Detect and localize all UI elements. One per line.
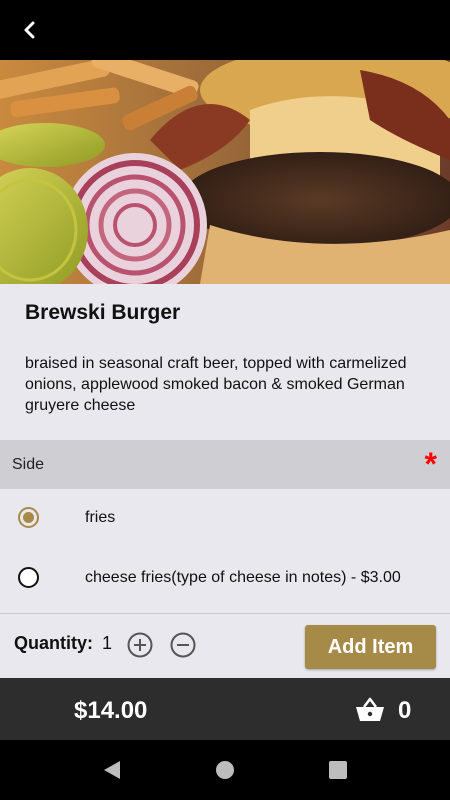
- side-option-fries[interactable]: fries: [0, 489, 450, 549]
- quantity-bar: Quantity: 1 Add Item: [0, 613, 450, 678]
- option-label: cheese fries(type of cheese in notes) - …: [85, 569, 401, 586]
- decrease-quantity-button[interactable]: [170, 632, 196, 658]
- side-section-header: Side *: [0, 440, 450, 489]
- cart-total: $14.00: [74, 697, 148, 724]
- nav-back-button[interactable]: [100, 758, 124, 782]
- add-item-button[interactable]: Add Item: [305, 625, 436, 669]
- item-description: braised in seasonal craft beer, topped w…: [25, 355, 407, 414]
- quantity-label: Quantity:: [14, 633, 93, 653]
- nav-back-icon: [104, 761, 120, 779]
- nav-home-icon: [216, 761, 234, 779]
- item-details: Brewski Burger braised in seasonal craft…: [0, 284, 450, 440]
- option-label: fries: [85, 509, 116, 526]
- side-section-label: Side: [12, 456, 45, 473]
- side-option-cheese-fries[interactable]: cheese fries(type of cheese in notes) - …: [0, 549, 450, 609]
- radio-selected[interactable]: [18, 507, 39, 528]
- nav-recents-icon: [329, 761, 347, 779]
- item-title: Brewski Burger: [25, 301, 181, 324]
- minus-circle-icon: [170, 632, 196, 658]
- system-nav-bar: [0, 740, 450, 800]
- radio-unselected[interactable]: [18, 567, 39, 588]
- quantity-value: 1: [102, 633, 113, 653]
- nav-home-button[interactable]: [213, 758, 237, 782]
- required-asterisk: *: [424, 446, 437, 482]
- basket-icon: [356, 697, 384, 721]
- back-button[interactable]: [14, 14, 46, 46]
- item-photo: [0, 60, 450, 284]
- back-chevron-icon: [24, 21, 35, 39]
- plus-circle-icon: [127, 632, 153, 658]
- cart-button[interactable]: [355, 697, 385, 723]
- increase-quantity-button[interactable]: [127, 632, 153, 658]
- cart-count: 0: [398, 697, 412, 724]
- nav-recents-button[interactable]: [326, 758, 350, 782]
- top-bar: [0, 0, 450, 60]
- cart-bar[interactable]: $14.00 0: [0, 678, 450, 740]
